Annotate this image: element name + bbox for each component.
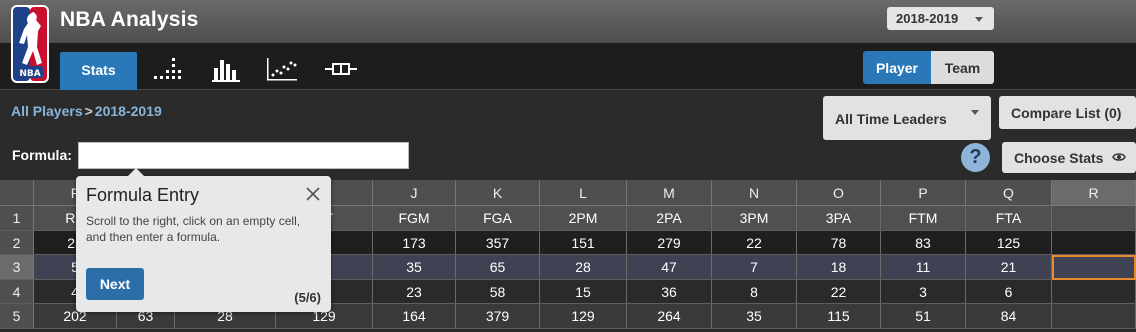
popover-step-counter: (5/6) [294, 290, 321, 305]
grid-cell[interactable]: 23 [373, 279, 456, 304]
grid-cell[interactable]: 115 [797, 304, 881, 329]
grid-cell[interactable] [1052, 279, 1136, 304]
app-title: NBA Analysis [60, 8, 199, 31]
grid-cell[interactable]: 11 [881, 255, 966, 280]
grid-cell[interactable]: 58 [456, 279, 540, 304]
leaders-select-value: All Time Leaders [835, 111, 947, 127]
breadcrumb-current[interactable]: 2018-2019 [95, 103, 162, 119]
grid-cell[interactable]: FGM [373, 206, 456, 231]
grid-cell[interactable]: 84 [966, 304, 1052, 329]
choose-stats-button[interactable]: Choose Stats [1002, 142, 1136, 173]
close-icon[interactable] [305, 186, 321, 202]
formula-label: Formula: [12, 147, 72, 163]
grid-cell[interactable]: 21 [966, 255, 1052, 280]
chevron-down-icon [971, 110, 979, 115]
grid-cell[interactable]: 18 [797, 255, 881, 280]
toggle-player[interactable]: Player [863, 51, 931, 84]
grid-cell[interactable]: 51 [881, 304, 966, 329]
grid-cell[interactable]: 78 [797, 230, 881, 255]
column-header[interactable]: R [1052, 180, 1136, 206]
compare-list-button[interactable]: Compare List (0) [999, 96, 1136, 129]
eye-icon [1112, 153, 1126, 161]
grid-cell[interactable]: 7 [712, 255, 797, 280]
dot-plot-icon[interactable] [152, 56, 186, 82]
grid-cell[interactable]: 47 [627, 255, 712, 280]
tab-stats[interactable]: Stats [60, 52, 137, 90]
toggle-team[interactable]: Team [931, 51, 994, 84]
grid-cell[interactable] [1052, 230, 1136, 255]
column-header[interactable]: O [797, 180, 881, 206]
column-header[interactable]: P [881, 180, 966, 206]
row-header[interactable]: 5 [0, 304, 34, 329]
toolbar: Stats Player Team [0, 43, 1136, 90]
popover-title: Formula Entry [86, 185, 200, 205]
grid-cell[interactable]: 279 [627, 230, 712, 255]
grid-cell[interactable]: 15 [540, 279, 627, 304]
chevron-down-icon [975, 17, 983, 22]
column-header[interactable]: L [540, 180, 627, 206]
row-header[interactable]: 1 [0, 206, 34, 231]
grid-cell[interactable]: 65 [456, 255, 540, 280]
grid-cell[interactable]: 36 [627, 279, 712, 304]
grid-cell[interactable]: 2PM [540, 206, 627, 231]
row-divider [0, 327, 1136, 329]
grid-cell[interactable]: 22 [797, 279, 881, 304]
column-header[interactable]: J [373, 180, 456, 206]
leaders-select[interactable]: All Time Leaders [823, 96, 991, 140]
grid-corner [0, 180, 34, 206]
grid-cell[interactable]: 357 [456, 230, 540, 255]
grid-cell[interactable]: 129 [540, 304, 627, 329]
grid-cell[interactable]: FGA [456, 206, 540, 231]
grid-cell[interactable]: 35 [373, 255, 456, 280]
grid-cell[interactable]: 28 [540, 255, 627, 280]
choose-stats-label: Choose Stats [1014, 150, 1104, 166]
title-bar: NBA Analysis 2018-2019 [0, 0, 1136, 43]
help-icon[interactable]: ? [961, 143, 990, 172]
histogram-icon[interactable] [210, 56, 244, 82]
grid-cell[interactable]: 264 [627, 304, 712, 329]
selected-cell[interactable] [1052, 255, 1136, 280]
popover-body: Scroll to the right, click on an empty c… [86, 214, 301, 244]
grid-cell[interactable] [1052, 206, 1136, 231]
column-header[interactable]: K [456, 180, 540, 206]
breadcrumb-separator: > [84, 103, 93, 119]
app-window: NBA Analysis 2018-2019 NBA Stats Player … [0, 0, 1136, 332]
breadcrumb: All Players >2018-2019 [11, 103, 162, 119]
season-select-value: 2018-2019 [896, 11, 959, 26]
grid-cell[interactable]: 8 [712, 279, 797, 304]
column-header[interactable]: M [627, 180, 712, 206]
row-header[interactable]: 4 [0, 279, 34, 304]
grid-cell[interactable]: 151 [540, 230, 627, 255]
grid-cell[interactable]: 3PA [797, 206, 881, 231]
grid-cell[interactable]: 379 [456, 304, 540, 329]
popover-arrow [128, 168, 144, 176]
box-plot-icon[interactable] [324, 56, 358, 82]
scatter-plot-icon[interactable] [265, 56, 299, 82]
breadcrumb-root[interactable]: All Players [11, 103, 83, 119]
grid-cell[interactable]: 164 [373, 304, 456, 329]
grid-cell[interactable]: 35 [712, 304, 797, 329]
column-header[interactable]: Q [966, 180, 1052, 206]
formula-input[interactable] [78, 142, 409, 169]
formula-entry-popover: Formula Entry Scroll to the right, click… [76, 168, 331, 312]
grid-cell[interactable]: 22 [712, 230, 797, 255]
grid-cell[interactable]: 3 [881, 279, 966, 304]
grid-cell[interactable]: 3PM [712, 206, 797, 231]
grid-cell[interactable]: 83 [881, 230, 966, 255]
grid-cell[interactable]: 125 [966, 230, 1052, 255]
nba-logo-icon: NBA [11, 5, 49, 83]
grid-cell[interactable]: FTA [966, 206, 1052, 231]
logo-text: NBA [19, 69, 40, 79]
grid-cell[interactable] [1052, 304, 1136, 329]
grid-cell[interactable]: 2PA [627, 206, 712, 231]
next-button[interactable]: Next [86, 268, 144, 300]
season-select[interactable]: 2018-2019 [887, 7, 994, 30]
column-header[interactable]: N [712, 180, 797, 206]
grid-cell[interactable]: 173 [373, 230, 456, 255]
row-header[interactable]: 2 [0, 230, 34, 255]
row-header[interactable]: 3 [0, 255, 34, 280]
grid-cell[interactable]: 6 [966, 279, 1052, 304]
grid-cell[interactable]: FTM [881, 206, 966, 231]
